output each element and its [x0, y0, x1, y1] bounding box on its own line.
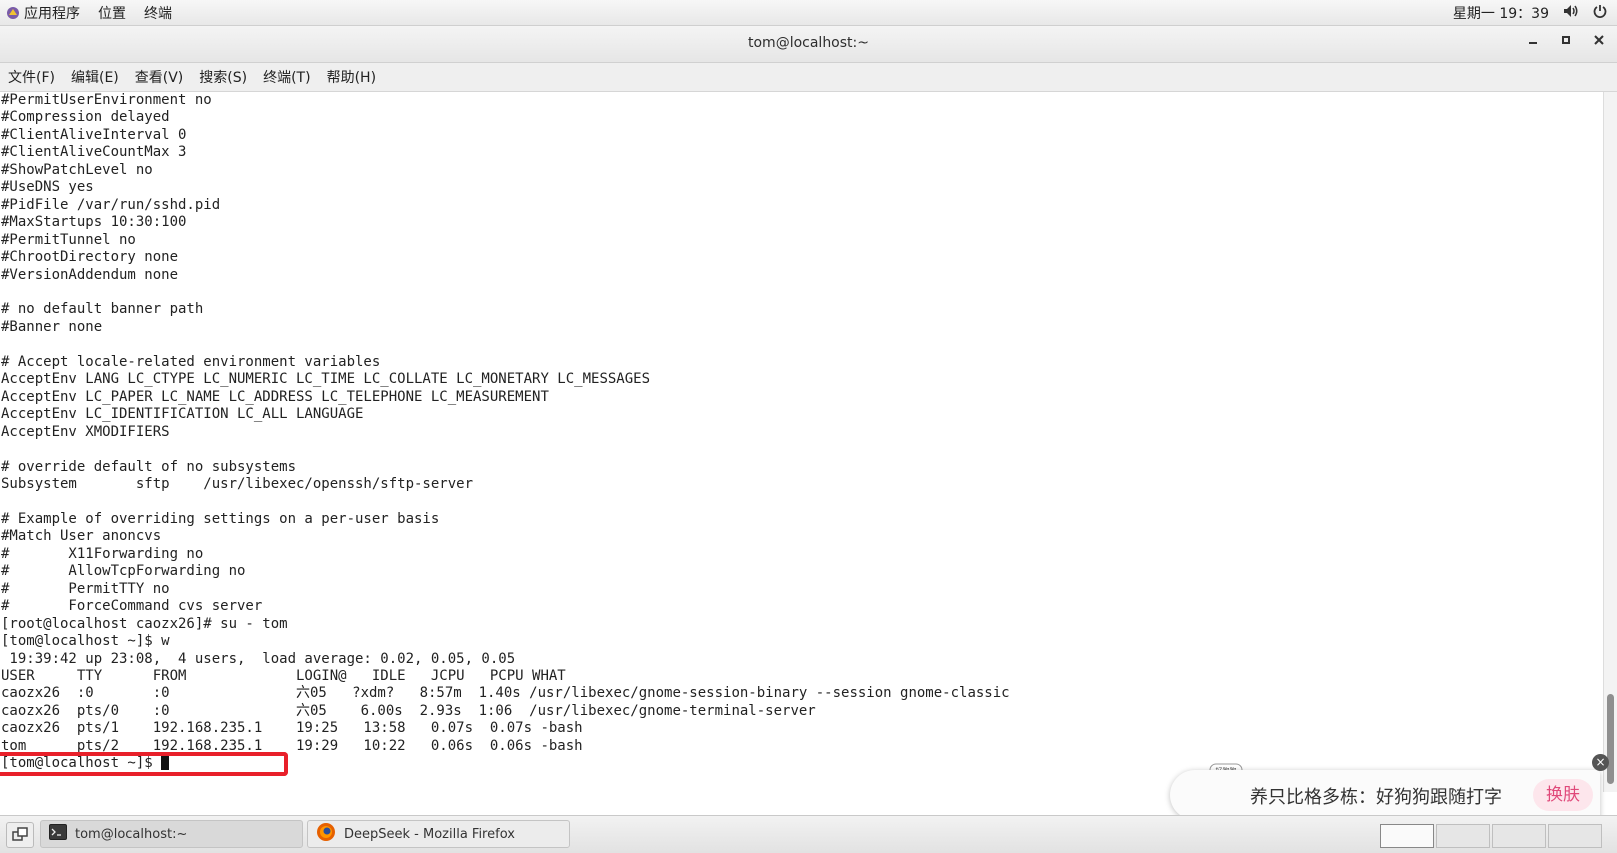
minimize-icon[interactable] — [1524, 34, 1542, 52]
terminal-line: # Example of overriding settings on a pe… — [1, 510, 440, 527]
terminal-app-icon — [49, 824, 67, 844]
taskbar-item-label: tom@localhost:~ — [75, 826, 188, 842]
terminal-menu[interactable]: 终端 — [140, 3, 186, 23]
terminal-line: #PermitTunnel no — [1, 231, 136, 248]
terminal-line: AcceptEnv XMODIFIERS — [1, 423, 170, 440]
taskbar-item-firefox[interactable]: DeepSeek - Mozilla Firefox — [307, 820, 570, 848]
terminal-line: #ClientAliveInterval 0 — [1, 126, 187, 143]
workspace-4[interactable] — [1548, 824, 1602, 848]
close-icon[interactable] — [1590, 34, 1608, 52]
terminal-line: #ClientAliveCountMax 3 — [1, 144, 187, 161]
terminal-line: # override default of no subsystems — [1, 458, 297, 475]
terminal-line: # no default banner path — [1, 301, 204, 318]
clock[interactable]: 星期一 19：39 — [1453, 3, 1549, 23]
menu-view[interactable]: 查看(V) — [127, 67, 192, 87]
workspace-3[interactable] — [1492, 824, 1546, 848]
window-titlebar[interactable]: tom@localhost:~ — [0, 26, 1617, 63]
terminal-line: #ShowPatchLevel no — [1, 161, 153, 178]
places-menu[interactable]: 位置 — [94, 3, 140, 23]
terminal-line: #PidFile /var/run/sshd.pid — [1, 196, 221, 213]
terminal-line: #Compression delayed — [1, 109, 170, 126]
menu-search[interactable]: 搜索(S) — [191, 67, 255, 87]
terminal-line: caozx26 pts/0 :0 六05 6.00s 2.93s 1:06 /u… — [1, 702, 816, 719]
volume-icon[interactable] — [1563, 4, 1579, 22]
menu-help[interactable]: 帮助(H) — [319, 67, 384, 87]
terminal-line: Subsystem sftp /usr/libexec/openssh/sftp… — [1, 475, 474, 492]
popup-close-button[interactable]: × — [1592, 754, 1609, 771]
terminal-line: # Accept locale-related environment vari… — [1, 353, 381, 370]
terminal-line: # X11Forwarding no — [1, 545, 204, 562]
red-highlight-box — [0, 752, 288, 776]
terminal-line: #MaxStartups 10:30:100 — [1, 214, 187, 231]
terminal-line: #Match User anoncvs — [1, 528, 162, 545]
terminal-line: [root@localhost caozx26]# su - tom — [1, 615, 288, 632]
taskbar-item-terminal[interactable]: tom@localhost:~ — [40, 820, 303, 848]
scrollbar-thumb[interactable] — [1607, 694, 1614, 784]
applications-menu[interactable]: 应用程序 — [20, 3, 94, 23]
menu-edit[interactable]: 编辑(E) — [63, 67, 127, 87]
typing-pet-popup: 养只比格多栋：好狗狗跟随打字 换肤 — [1170, 770, 1600, 820]
terminal-line: #VersionAddendum none — [1, 266, 179, 283]
top-menu: 应用程序 位置 终端 — [0, 0, 186, 25]
workspace-2[interactable] — [1436, 824, 1490, 848]
change-skin-button[interactable]: 换肤 — [1533, 779, 1593, 811]
maximize-icon[interactable] — [1557, 34, 1575, 52]
firefox-icon — [316, 822, 336, 846]
terminal-line: #Banner none — [1, 318, 103, 335]
terminal-line: [tom@localhost ~]$ w — [1, 633, 170, 650]
menu-file[interactable]: 文件(F) — [0, 67, 63, 87]
terminal-scrollbar[interactable] — [1603, 92, 1617, 792]
terminal-line: # AllowTcpForwarding no — [1, 563, 246, 580]
window-title: tom@localhost:~ — [748, 35, 869, 51]
terminal-line: AcceptEnv LC_IDENTIFICATION LC_ALL LANGU… — [1, 406, 364, 423]
terminal-line: USER TTY FROM LOGIN@ IDLE JCPU PCPU WHAT — [1, 667, 566, 684]
taskbar-item-label: DeepSeek - Mozilla Firefox — [344, 826, 515, 842]
terminal-line: AcceptEnv LANG LC_CTYPE LC_NUMERIC LC_TI… — [1, 371, 651, 388]
terminal-line: # PermitTTY no — [1, 580, 170, 597]
system-tray: 星期一 19：39 — [1453, 0, 1607, 25]
terminal-line: caozx26 :0 :0 六05 ?xdm? 8:57m 1.40s /usr… — [1, 685, 1010, 702]
taskbar: tom@localhost:~ DeepSeek - Mozilla Firef… — [0, 815, 1617, 853]
terminal-output[interactable]: #PermitUserEnvironment no #Compression de… — [0, 92, 1604, 792]
gnome-top-bar: 应用程序 位置 终端 星期一 19：39 — [0, 0, 1617, 26]
terminal-line: # ForceCommand cvs server — [1, 598, 263, 615]
show-desktop-icon[interactable] — [6, 822, 34, 848]
power-icon[interactable] — [1593, 4, 1607, 22]
terminal-line: #ChrootDirectory none — [1, 249, 179, 266]
applications-icon — [6, 6, 20, 20]
terminal-line: caozx26 pts/1 192.168.235.1 19:25 13:58 … — [1, 720, 583, 737]
terminal-line: #PermitUserEnvironment no — [1, 92, 212, 108]
terminal-line: 19:39:42 up 23:08, 4 users, load average… — [1, 650, 516, 667]
workspace-1[interactable] — [1380, 824, 1434, 848]
terminal-menubar: 文件(F) 编辑(E) 查看(V) 搜索(S) 终端(T) 帮助(H) — [0, 63, 1617, 92]
terminal-line: #UseDNS yes — [1, 179, 94, 196]
menu-terminal[interactable]: 终端(T) — [255, 67, 318, 87]
terminal-line: AcceptEnv LC_PAPER LC_NAME LC_ADDRESS LC… — [1, 388, 549, 405]
popup-text: 养只比格多栋：好狗狗跟随打字 — [1250, 787, 1502, 808]
